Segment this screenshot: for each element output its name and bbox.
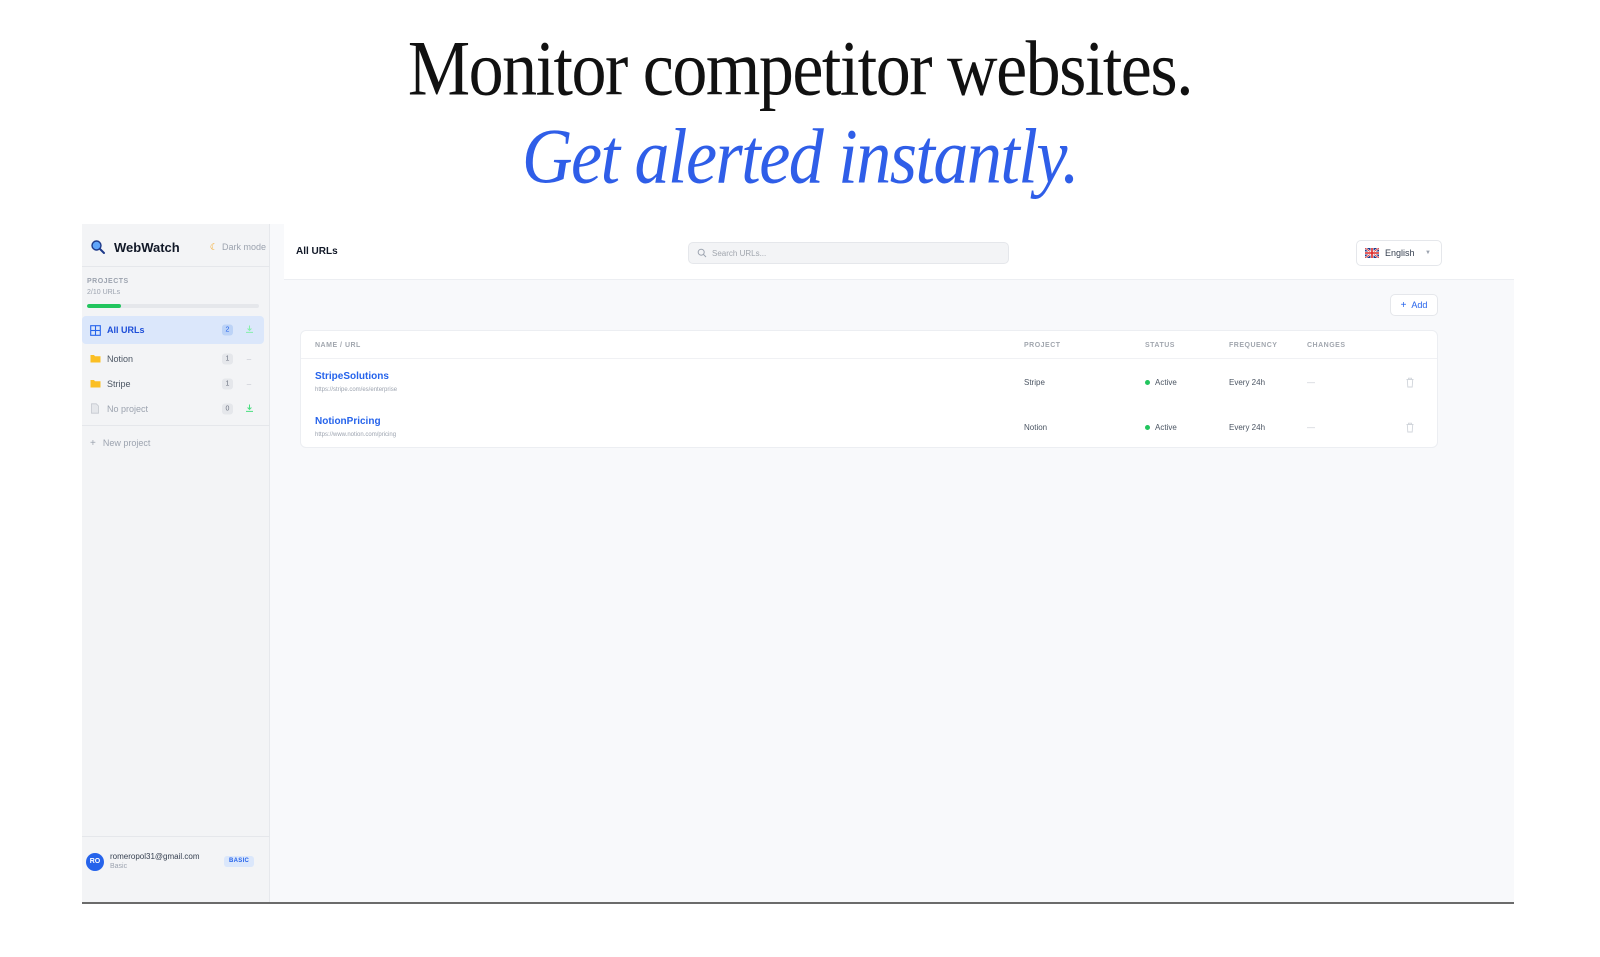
- url-usage-text: 2/10 URLs: [87, 289, 121, 296]
- sidebar-item-all-urls[interactable]: All URLs 2: [82, 316, 264, 344]
- url-count-badge: 1: [222, 378, 233, 389]
- document-icon: [90, 403, 101, 414]
- search-box[interactable]: [688, 242, 1009, 264]
- add-url-button[interactable]: + Add: [1390, 294, 1438, 316]
- column-header-frequency: FREQUENCY: [1229, 342, 1278, 349]
- sidebar-item-notion[interactable]: Notion 1 –: [82, 346, 264, 371]
- download-icon[interactable]: [244, 403, 254, 414]
- url-address: https://stripe.com/es/enterprise: [315, 387, 398, 393]
- add-button-label: Add: [1411, 300, 1428, 310]
- trash-icon[interactable]: [1405, 422, 1415, 433]
- user-email: romeropol31@gmail.com: [110, 852, 200, 861]
- sidebar-item-label: No project: [107, 403, 149, 414]
- column-header-name: NAME / URL: [315, 342, 361, 349]
- sidebar-item-label: Stripe: [107, 378, 131, 389]
- column-header-status: STATUS: [1145, 342, 1175, 349]
- sidebar-item-no-project[interactable]: No project 0: [82, 396, 264, 421]
- chevron-down-icon: ▼: [1425, 250, 1431, 256]
- hero-subtitle: Get alerted instantly.: [521, 114, 1080, 201]
- user-plan: Basic: [110, 863, 128, 870]
- dark-mode-label: Dark mode: [221, 242, 266, 252]
- project-cell: Notion: [1024, 423, 1048, 432]
- divider: [82, 425, 270, 426]
- url-count-badge: 1: [222, 353, 233, 364]
- magnifier-logo-icon: [90, 239, 106, 255]
- hero-headline: Monitor competitor websites. Get alerted…: [0, 26, 1600, 200]
- url-address: https://www.notion.com/pricing: [315, 432, 397, 438]
- plan-badge: BASIC: [224, 856, 255, 867]
- plus-icon: +: [1400, 299, 1407, 311]
- more-dash-icon[interactable]: –: [244, 379, 254, 388]
- trash-icon[interactable]: [1405, 377, 1415, 388]
- new-project-label: New project: [102, 438, 151, 448]
- search-input[interactable]: [712, 248, 992, 258]
- frequency-cell: Every 24h: [1229, 378, 1266, 387]
- more-dash-icon[interactable]: –: [244, 354, 254, 363]
- column-header-project: PROJECT: [1024, 342, 1061, 349]
- search-icon: [697, 248, 707, 258]
- moon-icon: ☾: [209, 241, 218, 252]
- sidebar-item-label: Notion: [107, 353, 134, 364]
- dark-mode-toggle[interactable]: ☾ Dark mode: [210, 242, 266, 253]
- changes-cell: —: [1307, 423, 1315, 432]
- grid-icon: [90, 324, 101, 336]
- plus-icon: +: [90, 437, 96, 449]
- sidebar-item-label: All URLs: [107, 325, 145, 335]
- language-selector[interactable]: English ▼: [1356, 240, 1442, 266]
- sidebar: WebWatch ☾ Dark mode PROJECTS 2/10 URLs …: [82, 224, 270, 902]
- changes-cell: —: [1307, 378, 1315, 387]
- brand-header: WebWatch ☾ Dark mode: [90, 234, 266, 260]
- folder-icon: [90, 378, 101, 389]
- status-dot-icon: [1145, 425, 1150, 430]
- column-header-changes: CHANGES: [1307, 342, 1346, 349]
- new-project-button[interactable]: + New project: [82, 432, 270, 454]
- table-row[interactable]: StripeSolutions https://stripe.com/es/en…: [301, 360, 1437, 405]
- table-row[interactable]: NotionPricing https://www.notion.com/pri…: [301, 405, 1437, 450]
- frequency-cell: Every 24h: [1229, 423, 1266, 432]
- language-label: English: [1385, 248, 1415, 258]
- avatar: RO: [86, 853, 104, 871]
- url-count-badge: 2: [222, 324, 233, 336]
- divider: [82, 266, 270, 267]
- status-label: Active: [1155, 378, 1177, 387]
- url-name-link[interactable]: StripeSolutions: [315, 371, 389, 382]
- download-icon[interactable]: [244, 325, 254, 336]
- folder-icon: [90, 353, 101, 364]
- app-window: WebWatch ☾ Dark mode PROJECTS 2/10 URLs …: [82, 224, 1514, 904]
- user-account[interactable]: RO romeropol31@gmail.com Basic BASIC: [82, 836, 270, 902]
- project-nav: All URLs 2 Notion 1 – Stripe 1 – No proj…: [82, 316, 270, 454]
- sidebar-item-stripe[interactable]: Stripe 1 –: [82, 371, 264, 396]
- status-label: Active: [1155, 423, 1177, 432]
- hero-title: Monitor competitor websites.: [407, 26, 1194, 113]
- status-badge: Active: [1145, 423, 1177, 432]
- urls-table: NAME / URL PROJECT STATUS FREQUENCY CHAN…: [300, 330, 1438, 448]
- page-title: All URLs: [296, 246, 338, 257]
- top-bar: All URLs English ▼: [284, 224, 1514, 280]
- url-usage-progress: [87, 304, 259, 308]
- brand-name: WebWatch: [114, 239, 180, 255]
- url-count-badge: 0: [222, 403, 233, 414]
- status-badge: Active: [1145, 378, 1177, 387]
- uk-flag-icon: [1365, 248, 1379, 258]
- table-header: NAME / URL PROJECT STATUS FREQUENCY CHAN…: [301, 331, 1437, 359]
- projects-heading: PROJECTS: [87, 278, 129, 285]
- project-cell: Stripe: [1024, 378, 1045, 387]
- url-usage-progress-fill: [87, 304, 122, 308]
- url-name-link[interactable]: NotionPricing: [315, 416, 381, 427]
- status-dot-icon: [1145, 380, 1150, 385]
